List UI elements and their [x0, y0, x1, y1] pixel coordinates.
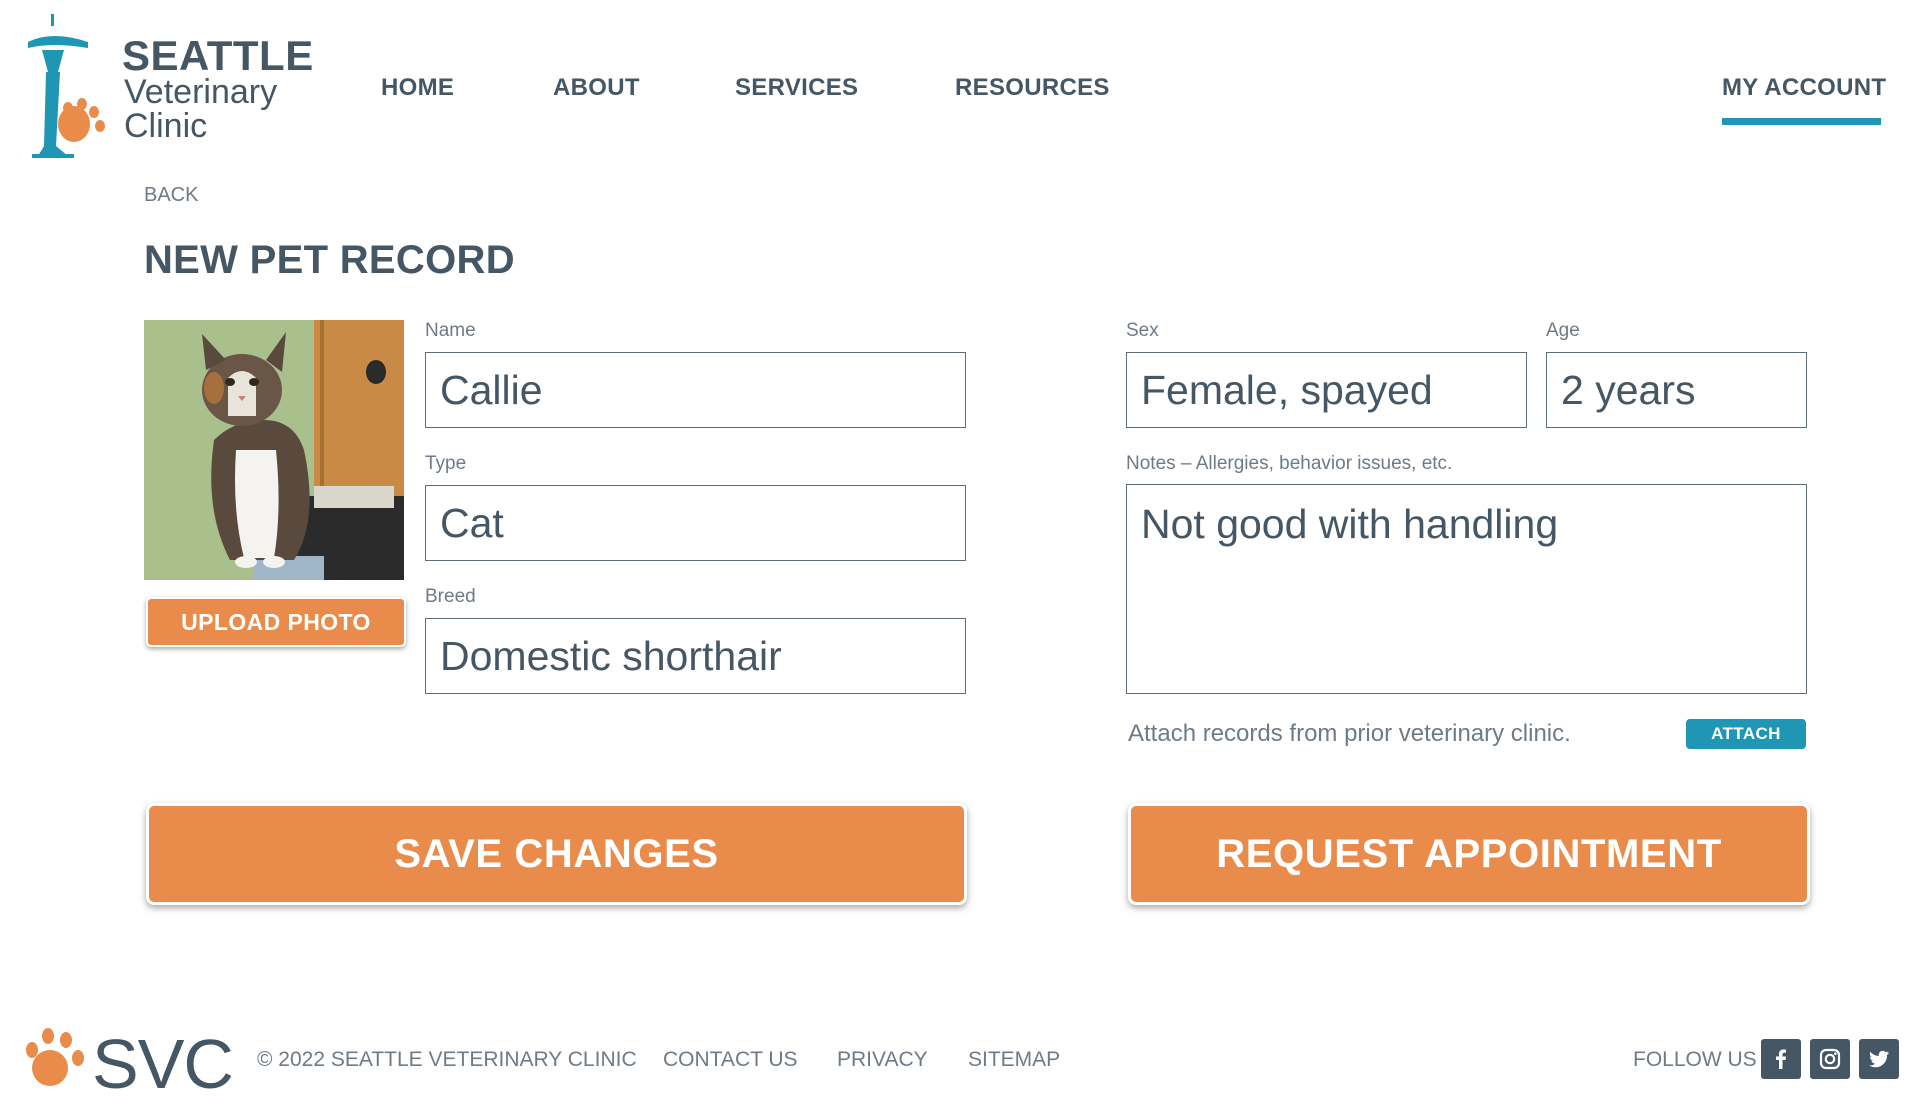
twitter-icon[interactable]	[1859, 1039, 1899, 1079]
nav-resources[interactable]: RESOURCES	[955, 74, 1110, 102]
footer-brand-abbr: SVC	[92, 1025, 234, 1103]
breed-field[interactable]: Domestic shorthair	[425, 618, 966, 694]
instagram-icon[interactable]	[1810, 1039, 1850, 1079]
save-changes-button[interactable]: SAVE CHANGES	[146, 803, 967, 905]
footer-copyright: © 2022 SEATTLE VETERINARY CLINIC	[257, 1048, 637, 1071]
name-label: Name	[425, 320, 476, 341]
pet-photo	[144, 320, 404, 580]
type-field[interactable]: Cat	[425, 485, 966, 561]
breed-label: Breed	[425, 586, 476, 607]
request-appointment-button[interactable]: REQUEST APPOINTMENT	[1128, 803, 1810, 905]
name-field[interactable]: Callie	[425, 352, 966, 428]
attach-records-text: Attach records from prior veterinary cli…	[1128, 720, 1571, 747]
notes-label: Notes – Allergies, behavior issues, etc.	[1126, 453, 1453, 474]
sex-label: Sex	[1126, 320, 1159, 341]
nav-my-account[interactable]: MY ACCOUNT	[1722, 74, 1886, 102]
facebook-icon[interactable]	[1761, 1039, 1801, 1079]
footer-contact-us[interactable]: CONTACT US	[663, 1048, 798, 1072]
page-title: NEW PET RECORD	[144, 238, 515, 282]
brand-subtitle-1: Veterinary	[124, 73, 278, 111]
nav-about[interactable]: ABOUT	[553, 74, 640, 102]
footer-sitemap[interactable]: SITEMAP	[968, 1048, 1060, 1072]
age-label: Age	[1546, 320, 1580, 341]
nav-home[interactable]: HOME	[381, 74, 454, 102]
notes-textarea[interactable]: Not good with handling	[1126, 484, 1807, 694]
type-label: Type	[425, 453, 467, 474]
sex-field[interactable]: Female, spayed	[1126, 352, 1527, 428]
age-field[interactable]: 2 years	[1546, 352, 1807, 428]
follow-us-label: FOLLOW US	[1633, 1048, 1757, 1071]
footer-privacy[interactable]: PRIVACY	[837, 1048, 928, 1072]
active-nav-indicator	[1722, 118, 1881, 125]
paw-icon	[26, 1028, 84, 1086]
brand-subtitle-2: Clinic	[124, 107, 208, 145]
attach-button[interactable]: ATTACH	[1686, 719, 1806, 749]
back-link[interactable]: BACK	[144, 184, 198, 207]
upload-photo-button[interactable]: UPLOAD PHOTO	[146, 597, 406, 647]
nav-services[interactable]: SERVICES	[735, 74, 858, 102]
